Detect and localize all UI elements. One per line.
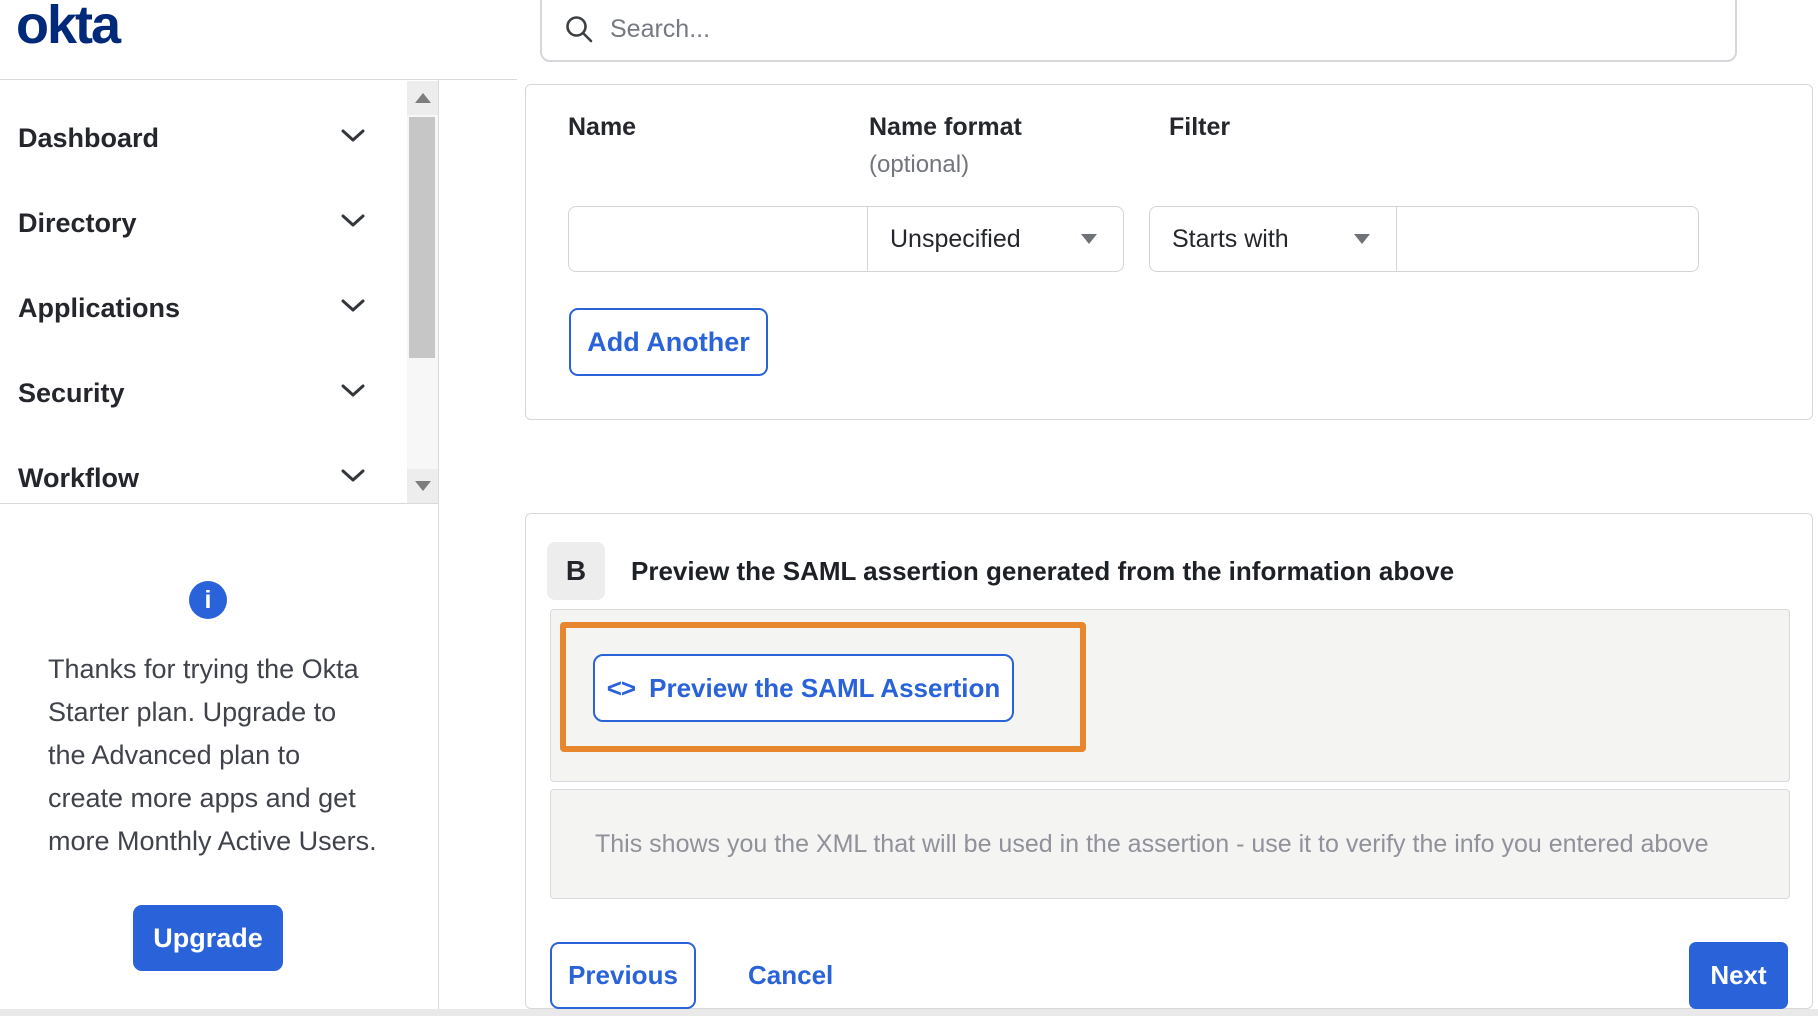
filter-column-header: Filter <box>1169 113 1231 141</box>
sidebar-item-label: Applications <box>18 292 181 323</box>
name-format-select[interactable]: Unspecified <box>867 206 1124 272</box>
promo-message: Thanks for trying the Okta Starter plan.… <box>48 648 388 863</box>
caret-down-icon <box>1081 234 1097 244</box>
sidebar-item-workflow[interactable]: Workflow <box>0 456 405 500</box>
scroll-down-button[interactable] <box>407 469 438 503</box>
sidebar-bottom-divider <box>0 503 438 504</box>
promo-line: more Monthly Active Users. <box>48 826 377 856</box>
chevron-down-icon <box>341 214 365 233</box>
preview-assertion-card: B Preview the SAML assertion generated f… <box>525 513 1813 1009</box>
name-column-header: Name <box>568 113 637 141</box>
viewport-bottom-strip <box>0 1009 1818 1016</box>
caret-down-icon <box>1354 234 1370 244</box>
preview-button-label: Preview the SAML Assertion <box>649 672 1001 703</box>
search-icon <box>564 14 594 44</box>
chevron-down-icon <box>341 129 365 148</box>
preview-note-panel: This shows you the XML that will be used… <box>550 789 1790 899</box>
section-b-heading: Preview the SAML assertion generated fro… <box>631 555 1455 586</box>
scroll-up-button[interactable] <box>407 81 438 115</box>
preview-note-text: This shows you the XML that will be used… <box>595 829 1709 858</box>
sidebar-item-label: Directory <box>18 207 137 238</box>
chevron-down-icon <box>341 299 365 318</box>
name-format-column-header: Name format <box>869 113 1022 141</box>
sidebar-item-label: Workflow <box>18 462 139 493</box>
attribute-statements-card: Name Name format (optional) Filter Unspe… <box>525 84 1813 420</box>
code-icon: <> <box>606 672 636 703</box>
chevron-down-icon <box>341 384 365 403</box>
sidebar-item-dashboard[interactable]: Dashboard <box>0 116 405 160</box>
chevron-down-icon <box>341 469 365 488</box>
sidebar-item-label: Security <box>18 377 125 408</box>
upgrade-button[interactable]: Upgrade <box>133 905 283 971</box>
name-format-selected-value: Unspecified <box>890 224 1021 253</box>
preview-saml-assertion-button[interactable]: <> Preview the SAML Assertion <box>593 654 1014 722</box>
promo-line: Starter plan. Upgrade to <box>48 697 337 727</box>
cancel-link[interactable]: Cancel <box>748 942 833 1009</box>
sidebar-item-security[interactable]: Security <box>0 371 405 415</box>
okta-logo: okta <box>16 0 121 55</box>
sidebar-top-divider <box>0 79 517 80</box>
sidebar-right-divider <box>438 79 439 1009</box>
promo-line: the Advanced plan to <box>48 740 301 770</box>
sidebar-item-directory[interactable]: Directory <box>0 201 405 245</box>
attribute-name-input[interactable] <box>568 206 868 272</box>
filter-value-input[interactable] <box>1396 206 1699 272</box>
global-search[interactable] <box>540 0 1737 62</box>
step-b-badge: B <box>547 542 605 600</box>
next-button[interactable]: Next <box>1689 942 1788 1009</box>
scrollbar-thumb[interactable] <box>409 117 435 358</box>
promo-line: Thanks for trying the Okta <box>48 654 359 684</box>
promo-line: create more apps and get <box>48 783 356 813</box>
sidebar-item-applications[interactable]: Applications <box>0 286 405 330</box>
info-icon: i <box>189 581 227 619</box>
sidebar-scrollbar[interactable] <box>407 81 438 503</box>
filter-type-selected-value: Starts with <box>1172 224 1289 253</box>
triangle-up-icon <box>414 93 431 103</box>
sidebar-item-label: Dashboard <box>18 122 160 153</box>
filter-type-select[interactable]: Starts with <box>1149 206 1397 272</box>
add-another-button[interactable]: Add Another <box>569 308 768 376</box>
name-format-optional-note: (optional) <box>869 151 970 178</box>
previous-button[interactable]: Previous <box>550 942 696 1009</box>
triangle-down-icon <box>414 481 431 491</box>
search-input[interactable] <box>610 14 1510 44</box>
